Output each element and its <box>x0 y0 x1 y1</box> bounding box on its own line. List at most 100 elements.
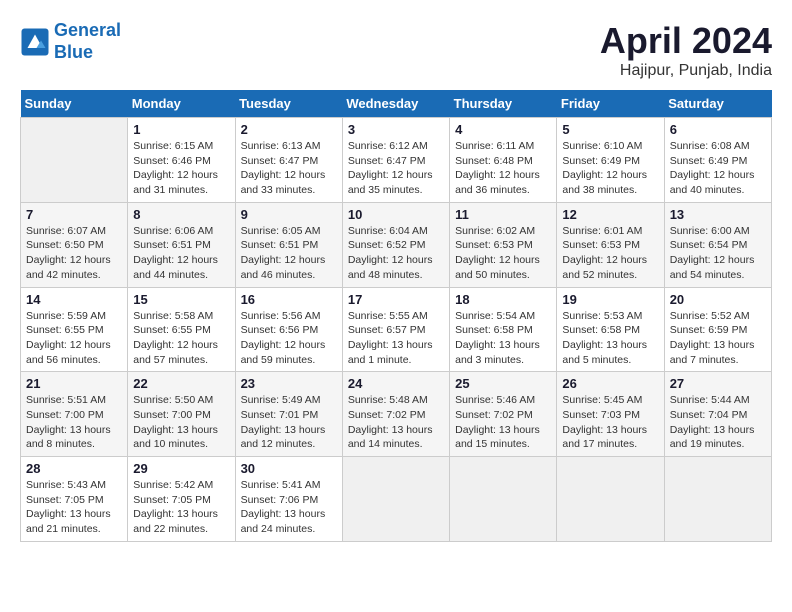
cell-content: Sunrise: 6:12 AM Sunset: 6:47 PM Dayligh… <box>348 139 444 198</box>
calendar-cell: 16 Sunrise: 5:56 AM Sunset: 6:56 PM Dayli… <box>235 287 342 372</box>
cell-content: Sunrise: 5:59 AM Sunset: 6:55 PM Dayligh… <box>26 309 122 368</box>
day-number: 15 <box>133 292 229 307</box>
day-number: 2 <box>241 122 337 137</box>
cell-content: Sunrise: 6:06 AM Sunset: 6:51 PM Dayligh… <box>133 224 229 283</box>
col-header-saturday: Saturday <box>664 90 771 118</box>
cell-content: Sunrise: 5:42 AM Sunset: 7:05 PM Dayligh… <box>133 478 229 537</box>
calendar-cell <box>450 457 557 542</box>
calendar-cell: 27 Sunrise: 5:44 AM Sunset: 7:04 PM Dayli… <box>664 372 771 457</box>
day-number: 21 <box>26 376 122 391</box>
cell-content: Sunrise: 5:45 AM Sunset: 7:03 PM Dayligh… <box>562 393 658 452</box>
cell-content: Sunrise: 5:55 AM Sunset: 6:57 PM Dayligh… <box>348 309 444 368</box>
col-header-thursday: Thursday <box>450 90 557 118</box>
calendar-cell: 26 Sunrise: 5:45 AM Sunset: 7:03 PM Dayli… <box>557 372 664 457</box>
cell-content: Sunrise: 6:00 AM Sunset: 6:54 PM Dayligh… <box>670 224 766 283</box>
calendar-cell: 23 Sunrise: 5:49 AM Sunset: 7:01 PM Dayli… <box>235 372 342 457</box>
day-number: 4 <box>455 122 551 137</box>
calendar-cell: 28 Sunrise: 5:43 AM Sunset: 7:05 PM Dayli… <box>21 457 128 542</box>
logo-icon <box>20 27 50 57</box>
day-number: 19 <box>562 292 658 307</box>
cell-content: Sunrise: 6:01 AM Sunset: 6:53 PM Dayligh… <box>562 224 658 283</box>
week-row-2: 7 Sunrise: 6:07 AM Sunset: 6:50 PM Daylig… <box>21 202 772 287</box>
calendar-cell: 3 Sunrise: 6:12 AM Sunset: 6:47 PM Daylig… <box>342 118 449 203</box>
day-number: 12 <box>562 207 658 222</box>
calendar-cell: 19 Sunrise: 5:53 AM Sunset: 6:58 PM Dayli… <box>557 287 664 372</box>
cell-content: Sunrise: 6:15 AM Sunset: 6:46 PM Dayligh… <box>133 139 229 198</box>
day-number: 5 <box>562 122 658 137</box>
week-row-1: 1 Sunrise: 6:15 AM Sunset: 6:46 PM Daylig… <box>21 118 772 203</box>
day-number: 25 <box>455 376 551 391</box>
day-number: 1 <box>133 122 229 137</box>
day-number: 16 <box>241 292 337 307</box>
header-row: SundayMondayTuesdayWednesdayThursdayFrid… <box>21 90 772 118</box>
col-header-sunday: Sunday <box>21 90 128 118</box>
col-header-wednesday: Wednesday <box>342 90 449 118</box>
calendar-cell: 10 Sunrise: 6:04 AM Sunset: 6:52 PM Dayli… <box>342 202 449 287</box>
calendar-cell: 8 Sunrise: 6:06 AM Sunset: 6:51 PM Daylig… <box>128 202 235 287</box>
day-number: 29 <box>133 461 229 476</box>
calendar-cell: 14 Sunrise: 5:59 AM Sunset: 6:55 PM Dayli… <box>21 287 128 372</box>
cell-content: Sunrise: 6:08 AM Sunset: 6:49 PM Dayligh… <box>670 139 766 198</box>
day-number: 7 <box>26 207 122 222</box>
cell-content: Sunrise: 5:54 AM Sunset: 6:58 PM Dayligh… <box>455 309 551 368</box>
day-number: 22 <box>133 376 229 391</box>
calendar-cell: 17 Sunrise: 5:55 AM Sunset: 6:57 PM Dayli… <box>342 287 449 372</box>
col-header-tuesday: Tuesday <box>235 90 342 118</box>
cell-content: Sunrise: 6:04 AM Sunset: 6:52 PM Dayligh… <box>348 224 444 283</box>
calendar-cell: 22Sunrise: 5:50 AM Sunset: 7:00 PM Dayli… <box>128 372 235 457</box>
calendar-cell: 7 Sunrise: 6:07 AM Sunset: 6:50 PM Daylig… <box>21 202 128 287</box>
cell-content: Sunrise: 5:58 AM Sunset: 6:55 PM Dayligh… <box>133 309 229 368</box>
day-number: 8 <box>133 207 229 222</box>
col-header-friday: Friday <box>557 90 664 118</box>
day-number: 14 <box>26 292 122 307</box>
day-number: 17 <box>348 292 444 307</box>
week-row-4: 21 Sunrise: 5:51 AM Sunset: 7:00 PM Dayli… <box>21 372 772 457</box>
cell-content: Sunrise: 5:46 AM Sunset: 7:02 PM Dayligh… <box>455 393 551 452</box>
day-number: 27 <box>670 376 766 391</box>
calendar-cell <box>342 457 449 542</box>
calendar-cell: 1 Sunrise: 6:15 AM Sunset: 6:46 PM Daylig… <box>128 118 235 203</box>
cell-content: Sunrise: 6:02 AM Sunset: 6:53 PM Dayligh… <box>455 224 551 283</box>
day-number: 9 <box>241 207 337 222</box>
calendar-cell: 30 Sunrise: 5:41 AM Sunset: 7:06 PM Dayli… <box>235 457 342 542</box>
calendar-cell: 4Sunrise: 6:11 AM Sunset: 6:48 PM Daylig… <box>450 118 557 203</box>
day-number: 13 <box>670 207 766 222</box>
calendar-cell: 21 Sunrise: 5:51 AM Sunset: 7:00 PM Dayli… <box>21 372 128 457</box>
day-number: 23 <box>241 376 337 391</box>
cell-content: Sunrise: 6:13 AM Sunset: 6:47 PM Dayligh… <box>241 139 337 198</box>
cell-content: Sunrise: 5:41 AM Sunset: 7:06 PM Dayligh… <box>241 478 337 537</box>
calendar-cell <box>664 457 771 542</box>
day-number: 28 <box>26 461 122 476</box>
logo-text: General Blue <box>54 20 121 63</box>
day-number: 18 <box>455 292 551 307</box>
calendar-cell: 13 Sunrise: 6:00 AM Sunset: 6:54 PM Dayli… <box>664 202 771 287</box>
calendar-cell <box>21 118 128 203</box>
calendar-cell: 24Sunrise: 5:48 AM Sunset: 7:02 PM Dayli… <box>342 372 449 457</box>
week-row-5: 28 Sunrise: 5:43 AM Sunset: 7:05 PM Dayli… <box>21 457 772 542</box>
page-header: General Blue April 2024 Hajipur, Punjab,… <box>20 20 772 80</box>
calendar-cell: 12 Sunrise: 6:01 AM Sunset: 6:53 PM Dayli… <box>557 202 664 287</box>
cell-content: Sunrise: 6:07 AM Sunset: 6:50 PM Dayligh… <box>26 224 122 283</box>
cell-content: Sunrise: 5:49 AM Sunset: 7:01 PM Dayligh… <box>241 393 337 452</box>
calendar-cell: 15 Sunrise: 5:58 AM Sunset: 6:55 PM Dayli… <box>128 287 235 372</box>
calendar-cell <box>557 457 664 542</box>
col-header-monday: Monday <box>128 90 235 118</box>
cell-content: Sunrise: 5:51 AM Sunset: 7:00 PM Dayligh… <box>26 393 122 452</box>
calendar-table: SundayMondayTuesdayWednesdayThursdayFrid… <box>20 90 772 542</box>
day-number: 3 <box>348 122 444 137</box>
calendar-cell: 11Sunrise: 6:02 AM Sunset: 6:53 PM Dayli… <box>450 202 557 287</box>
day-number: 10 <box>348 207 444 222</box>
cell-content: Sunrise: 5:43 AM Sunset: 7:05 PM Dayligh… <box>26 478 122 537</box>
cell-content: Sunrise: 6:05 AM Sunset: 6:51 PM Dayligh… <box>241 224 337 283</box>
cell-content: Sunrise: 5:44 AM Sunset: 7:04 PM Dayligh… <box>670 393 766 452</box>
month-title: April 2024 <box>600 20 772 62</box>
cell-content: Sunrise: 5:52 AM Sunset: 6:59 PM Dayligh… <box>670 309 766 368</box>
day-number: 26 <box>562 376 658 391</box>
cell-content: Sunrise: 5:53 AM Sunset: 6:58 PM Dayligh… <box>562 309 658 368</box>
day-number: 30 <box>241 461 337 476</box>
week-row-3: 14 Sunrise: 5:59 AM Sunset: 6:55 PM Dayli… <box>21 287 772 372</box>
cell-content: Sunrise: 5:56 AM Sunset: 6:56 PM Dayligh… <box>241 309 337 368</box>
day-number: 20 <box>670 292 766 307</box>
calendar-cell: 29 Sunrise: 5:42 AM Sunset: 7:05 PM Dayli… <box>128 457 235 542</box>
title-block: April 2024 Hajipur, Punjab, India <box>600 20 772 80</box>
